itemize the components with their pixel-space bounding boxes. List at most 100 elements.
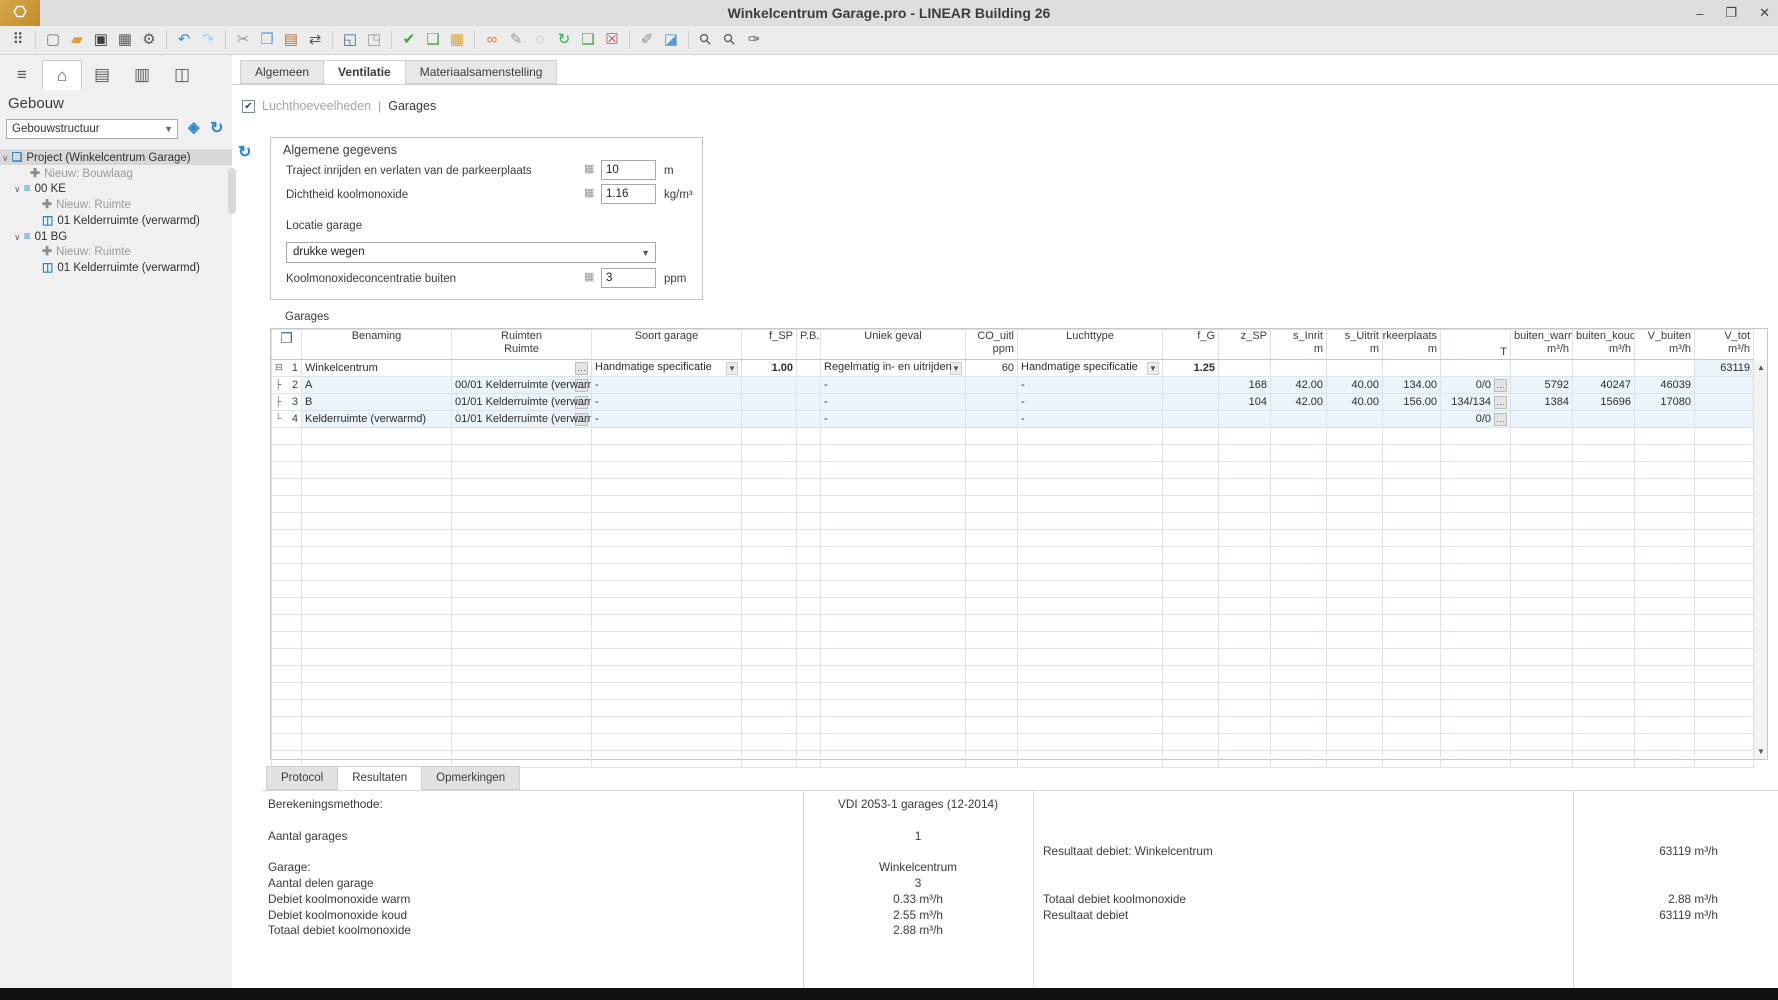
empty-cell[interactable] [1382, 546, 1441, 564]
empty-cell[interactable] [1694, 512, 1754, 530]
empty-cell[interactable] [796, 529, 821, 547]
cell-v_tot[interactable] [1694, 376, 1754, 394]
empty-cell[interactable] [741, 597, 797, 615]
cell-luchttype[interactable]: - [1017, 410, 1163, 428]
empty-cell[interactable] [591, 529, 742, 547]
empty-cell[interactable] [796, 580, 821, 598]
empty-cell[interactable] [1572, 546, 1635, 564]
empty-cell[interactable] [1694, 495, 1754, 513]
empty-cell[interactable] [1218, 512, 1271, 530]
empty-cell[interactable] [1572, 478, 1635, 496]
empty-cell[interactable] [796, 478, 821, 496]
empty-cell[interactable] [591, 750, 742, 768]
empty-cell[interactable] [796, 682, 821, 700]
empty-cell[interactable] [820, 444, 966, 462]
empty-cell[interactable] [796, 495, 821, 513]
empty-cell[interactable] [591, 461, 742, 479]
cell-v_tot[interactable]: 63119 [1694, 359, 1754, 377]
column-header-s_inrit[interactable]: s_Inrit m [1270, 329, 1327, 360]
empty-cell[interactable] [1510, 733, 1573, 751]
empty-cell[interactable] [1634, 478, 1695, 496]
empty-cell[interactable] [741, 614, 797, 632]
empty-cell[interactable] [1510, 597, 1573, 615]
delete-page-icon[interactable]: ☒ [600, 29, 624, 51]
empty-cell[interactable] [1440, 682, 1511, 700]
empty-cell[interactable] [965, 512, 1018, 530]
empty-cell[interactable] [965, 648, 1018, 666]
cell-ruimte[interactable]: … 01/01 Kelderruimte (verwarmd) [451, 410, 592, 428]
empty-cell[interactable] [451, 665, 592, 683]
empty-cell[interactable] [591, 495, 742, 513]
empty-cell[interactable] [1510, 614, 1573, 632]
cell-ruimte[interactable]: … [451, 359, 592, 377]
column-header-v_buiten[interactable]: V_buiten m³/h [1634, 329, 1695, 360]
empty-cell[interactable] [796, 461, 821, 479]
cell-pb[interactable] [796, 393, 821, 411]
cell-parkeerplaats[interactable] [1382, 410, 1441, 428]
tree-item[interactable]: ◫ 01 Kelderruimte (verwarmd) [0, 212, 232, 228]
empty-cell[interactable] [1694, 546, 1754, 564]
empty-cell[interactable] [1162, 461, 1219, 479]
empty-cell[interactable] [1270, 699, 1327, 717]
empty-cell[interactable] [1162, 716, 1219, 734]
empty-cell[interactable] [271, 461, 302, 479]
empty-cell[interactable] [301, 495, 452, 513]
empty-cell[interactable] [1572, 444, 1635, 462]
empty-cell[interactable] [1326, 716, 1383, 734]
cell-parkeerplaats[interactable] [1382, 359, 1441, 377]
empty-cell[interactable] [741, 427, 797, 445]
empty-cell[interactable] [1382, 665, 1441, 683]
empty-cell[interactable] [1572, 750, 1635, 768]
tree-glyph[interactable]: ⊟ [275, 362, 283, 374]
empty-cell[interactable] [1382, 597, 1441, 615]
column-header-pb[interactable]: P.B. [796, 329, 821, 360]
empty-cell[interactable] [451, 546, 592, 564]
cell-v_tot[interactable] [1694, 393, 1754, 411]
empty-cell[interactable] [1270, 444, 1327, 462]
empty-cell[interactable] [1162, 631, 1219, 649]
cell-s_uitrit[interactable] [1326, 410, 1383, 428]
empty-cell[interactable] [1218, 580, 1271, 598]
column-header-rowhdr[interactable]: ❐ [271, 329, 302, 360]
bottom-tab-resultaten[interactable]: Resultaten [338, 766, 423, 790]
bottom-tab-protocol[interactable]: Protocol [266, 766, 339, 790]
empty-cell[interactable] [1634, 648, 1695, 666]
empty-cell[interactable] [1382, 631, 1441, 649]
empty-cell[interactable] [796, 699, 821, 717]
empty-cell[interactable] [1694, 529, 1754, 547]
empty-cell[interactable] [965, 631, 1018, 649]
empty-cell[interactable] [271, 648, 302, 666]
empty-cell[interactable] [1694, 750, 1754, 768]
empty-cell[interactable] [1017, 495, 1163, 513]
empty-cell[interactable] [741, 478, 797, 496]
empty-cell[interactable] [1440, 648, 1511, 666]
empty-cell[interactable] [1326, 614, 1383, 632]
cell-f_sp[interactable] [741, 393, 797, 411]
empty-cell[interactable] [591, 512, 742, 530]
empty-cell[interactable] [820, 478, 966, 496]
empty-cell[interactable] [1017, 631, 1163, 649]
empty-cell[interactable] [965, 461, 1018, 479]
sidebar-tab-properties[interactable]: ◫ [162, 60, 202, 90]
empty-cell[interactable] [1572, 733, 1635, 751]
empty-cell[interactable] [1510, 682, 1573, 700]
empty-cell[interactable] [1218, 733, 1271, 751]
empty-cell[interactable] [965, 614, 1018, 632]
empty-cell[interactable] [1326, 546, 1383, 564]
empty-cell[interactable] [1326, 461, 1383, 479]
empty-cell[interactable] [301, 750, 452, 768]
table-scrollbar[interactable]: ▲ ▼ [1753, 360, 1767, 759]
empty-cell[interactable] [1017, 597, 1163, 615]
empty-cell[interactable] [301, 461, 452, 479]
empty-cell[interactable] [1694, 716, 1754, 734]
cell-soort_garage[interactable]: - [591, 376, 742, 394]
edit-pencil-icon[interactable]: ✎ [504, 29, 528, 51]
empty-cell[interactable] [271, 631, 302, 649]
cell-v_tot[interactable] [1694, 410, 1754, 428]
empty-cell[interactable] [1382, 512, 1441, 530]
cell-parkeerplaats[interactable]: 134.00 [1382, 376, 1441, 394]
empty-cell[interactable] [1382, 699, 1441, 717]
scroll-up-icon[interactable]: ▲ [1754, 360, 1768, 375]
empty-cell[interactable] [1326, 495, 1383, 513]
cell-f_g[interactable] [1162, 376, 1219, 394]
